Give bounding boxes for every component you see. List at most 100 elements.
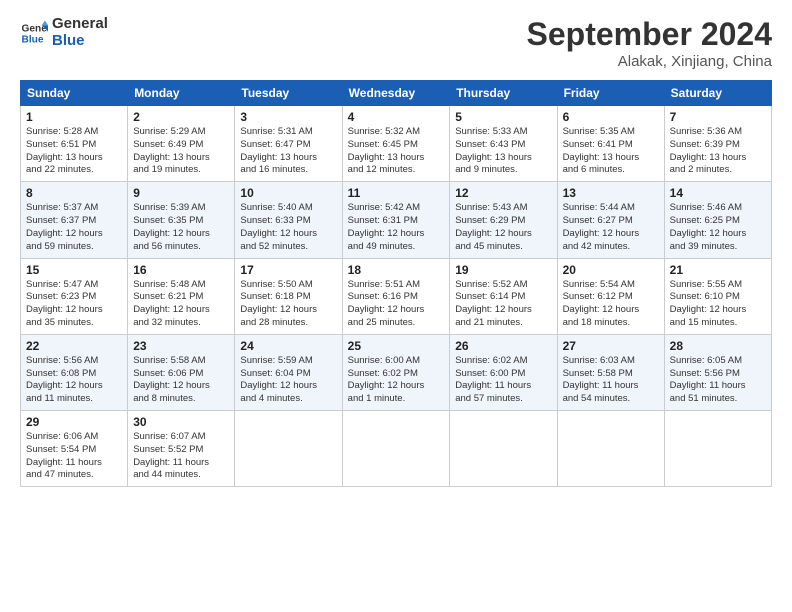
day-number: 30: [133, 415, 229, 429]
calendar-week-row: 1 Sunrise: 5:28 AM Sunset: 6:51 PM Daylig…: [21, 106, 772, 182]
calendar-cell: 3 Sunrise: 5:31 AM Sunset: 6:47 PM Daylig…: [235, 106, 342, 182]
day-info: Sunrise: 5:40 AM Sunset: 6:33 PM Dayligh…: [240, 202, 336, 253]
day-info: Sunrise: 5:43 AM Sunset: 6:29 PM Dayligh…: [455, 202, 551, 253]
weekday-header-cell: Friday: [557, 81, 664, 106]
day-number: 1: [26, 110, 122, 124]
day-info: Sunrise: 5:31 AM Sunset: 6:47 PM Dayligh…: [240, 126, 336, 177]
day-info: Sunrise: 6:00 AM Sunset: 6:02 PM Dayligh…: [348, 355, 445, 406]
calendar-page: General Blue General Blue September 2024…: [0, 0, 792, 612]
day-info: Sunrise: 5:59 AM Sunset: 6:04 PM Dayligh…: [240, 355, 336, 406]
day-info: Sunrise: 5:56 AM Sunset: 6:08 PM Dayligh…: [26, 355, 122, 406]
calendar-cell: 7 Sunrise: 5:36 AM Sunset: 6:39 PM Daylig…: [664, 106, 771, 182]
day-info: Sunrise: 5:42 AM Sunset: 6:31 PM Dayligh…: [348, 202, 445, 253]
calendar-cell: 15 Sunrise: 5:47 AM Sunset: 6:23 PM Dayli…: [21, 258, 128, 334]
calendar-cell: 1 Sunrise: 5:28 AM Sunset: 6:51 PM Daylig…: [21, 106, 128, 182]
day-number: 6: [563, 110, 659, 124]
day-number: 15: [26, 263, 122, 277]
calendar-cell: 21 Sunrise: 5:55 AM Sunset: 6:10 PM Dayli…: [664, 258, 771, 334]
calendar-cell: 24 Sunrise: 5:59 AM Sunset: 6:04 PM Dayli…: [235, 334, 342, 410]
svg-text:Blue: Blue: [22, 34, 44, 45]
day-info: Sunrise: 5:55 AM Sunset: 6:10 PM Dayligh…: [670, 279, 766, 330]
day-info: Sunrise: 6:02 AM Sunset: 6:00 PM Dayligh…: [455, 355, 551, 406]
weekday-header-cell: Wednesday: [342, 81, 450, 106]
weekday-header-cell: Saturday: [664, 81, 771, 106]
day-info: Sunrise: 5:35 AM Sunset: 6:41 PM Dayligh…: [563, 126, 659, 177]
calendar-cell: 22 Sunrise: 5:56 AM Sunset: 6:08 PM Dayli…: [21, 334, 128, 410]
day-info: Sunrise: 5:33 AM Sunset: 6:43 PM Dayligh…: [455, 126, 551, 177]
day-info: Sunrise: 5:58 AM Sunset: 6:06 PM Dayligh…: [133, 355, 229, 406]
day-number: 23: [133, 339, 229, 353]
day-number: 14: [670, 186, 766, 200]
day-number: 22: [26, 339, 122, 353]
day-number: 4: [348, 110, 445, 124]
day-info: Sunrise: 6:05 AM Sunset: 5:56 PM Dayligh…: [670, 355, 766, 406]
calendar-cell: 30 Sunrise: 6:07 AM Sunset: 5:52 PM Dayli…: [128, 411, 235, 487]
day-number: 21: [670, 263, 766, 277]
calendar-cell: [450, 411, 557, 487]
day-number: 3: [240, 110, 336, 124]
calendar-cell: 29Sunrise: 6:06 AM Sunset: 5:54 PM Dayli…: [21, 411, 128, 487]
calendar-cell: 16Sunrise: 5:48 AM Sunset: 6:21 PM Dayli…: [128, 258, 235, 334]
calendar-week-row: 29Sunrise: 6:06 AM Sunset: 5:54 PM Dayli…: [21, 411, 772, 487]
month-title: September 2024: [527, 16, 772, 53]
calendar-cell: 9 Sunrise: 5:39 AM Sunset: 6:35 PM Daylig…: [128, 182, 235, 258]
day-info: Sunrise: 5:44 AM Sunset: 6:27 PM Dayligh…: [563, 202, 659, 253]
day-info: Sunrise: 5:47 AM Sunset: 6:23 PM Dayligh…: [26, 279, 122, 330]
weekday-header-cell: Thursday: [450, 81, 557, 106]
calendar-cell: 19 Sunrise: 5:52 AM Sunset: 6:14 PM Dayli…: [450, 258, 557, 334]
day-number: 7: [670, 110, 766, 124]
day-info: Sunrise: 5:28 AM Sunset: 6:51 PM Dayligh…: [26, 126, 122, 177]
day-number: 10: [240, 186, 336, 200]
day-number: 27: [563, 339, 659, 353]
day-info: Sunrise: 5:37 AM Sunset: 6:37 PM Dayligh…: [26, 202, 122, 253]
day-info: Sunrise: 5:29 AM Sunset: 6:49 PM Dayligh…: [133, 126, 229, 177]
logo-line1: General: [52, 16, 108, 33]
calendar-cell: 20Sunrise: 5:54 AM Sunset: 6:12 PM Dayli…: [557, 258, 664, 334]
calendar-cell: [342, 411, 450, 487]
day-info: Sunrise: 6:06 AM Sunset: 5:54 PM Dayligh…: [26, 431, 122, 482]
day-info: Sunrise: 5:52 AM Sunset: 6:14 PM Dayligh…: [455, 279, 551, 330]
day-number: 28: [670, 339, 766, 353]
day-info: Sunrise: 6:07 AM Sunset: 5:52 PM Dayligh…: [133, 431, 229, 482]
logo-icon: General Blue: [20, 19, 48, 47]
calendar-cell: 6 Sunrise: 5:35 AM Sunset: 6:41 PM Daylig…: [557, 106, 664, 182]
calendar-table: SundayMondayTuesdayWednesdayThursdayFrid…: [20, 80, 772, 487]
day-number: 19: [455, 263, 551, 277]
calendar-cell: 12Sunrise: 5:43 AM Sunset: 6:29 PM Dayli…: [450, 182, 557, 258]
day-number: 11: [348, 186, 445, 200]
day-info: Sunrise: 5:54 AM Sunset: 6:12 PM Dayligh…: [563, 279, 659, 330]
day-info: Sunrise: 5:39 AM Sunset: 6:35 PM Dayligh…: [133, 202, 229, 253]
day-number: 24: [240, 339, 336, 353]
day-info: Sunrise: 5:46 AM Sunset: 6:25 PM Dayligh…: [670, 202, 766, 253]
weekday-header-cell: Sunday: [21, 81, 128, 106]
calendar-cell: 14 Sunrise: 5:46 AM Sunset: 6:25 PM Dayli…: [664, 182, 771, 258]
day-number: 9: [133, 186, 229, 200]
calendar-week-row: 22 Sunrise: 5:56 AM Sunset: 6:08 PM Dayli…: [21, 334, 772, 410]
day-info: Sunrise: 5:48 AM Sunset: 6:21 PM Dayligh…: [133, 279, 229, 330]
calendar-cell: [235, 411, 342, 487]
day-number: 2: [133, 110, 229, 124]
day-info: Sunrise: 5:36 AM Sunset: 6:39 PM Dayligh…: [670, 126, 766, 177]
calendar-cell: 8 Sunrise: 5:37 AM Sunset: 6:37 PM Daylig…: [21, 182, 128, 258]
logo-line2: Blue: [52, 33, 108, 50]
calendar-cell: 4 Sunrise: 5:32 AM Sunset: 6:45 PM Daylig…: [342, 106, 450, 182]
calendar-cell: 18Sunrise: 5:51 AM Sunset: 6:16 PM Dayli…: [342, 258, 450, 334]
calendar-cell: 25Sunrise: 6:00 AM Sunset: 6:02 PM Dayli…: [342, 334, 450, 410]
calendar-cell: 28 Sunrise: 6:05 AM Sunset: 5:56 PM Dayli…: [664, 334, 771, 410]
logo: General Blue General Blue: [20, 16, 108, 49]
day-number: 5: [455, 110, 551, 124]
day-info: Sunrise: 5:32 AM Sunset: 6:45 PM Dayligh…: [348, 126, 445, 177]
weekday-header-cell: Monday: [128, 81, 235, 106]
day-number: 8: [26, 186, 122, 200]
calendar-cell: [664, 411, 771, 487]
day-info: Sunrise: 5:50 AM Sunset: 6:18 PM Dayligh…: [240, 279, 336, 330]
location-subtitle: Alakak, Xinjiang, China: [527, 53, 772, 70]
header: General Blue General Blue September 2024…: [20, 16, 772, 70]
calendar-cell: 23 Sunrise: 5:58 AM Sunset: 6:06 PM Dayli…: [128, 334, 235, 410]
day-number: 13: [563, 186, 659, 200]
calendar-week-row: 8 Sunrise: 5:37 AM Sunset: 6:37 PM Daylig…: [21, 182, 772, 258]
day-number: 18: [348, 263, 445, 277]
calendar-cell: 17Sunrise: 5:50 AM Sunset: 6:18 PM Dayli…: [235, 258, 342, 334]
weekday-header-row: SundayMondayTuesdayWednesdayThursdayFrid…: [21, 81, 772, 106]
calendar-cell: [557, 411, 664, 487]
